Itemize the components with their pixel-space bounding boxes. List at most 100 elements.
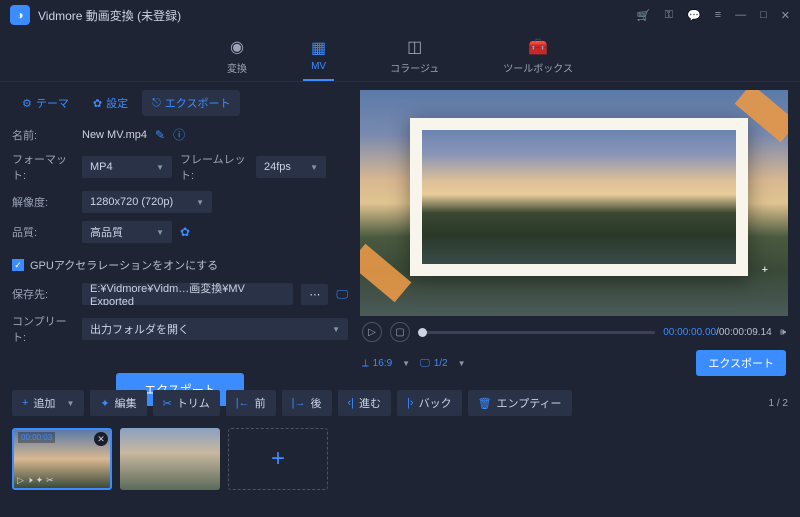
menu-icon[interactable]: ≡ [715, 9, 721, 22]
scale-value: 1/2 [434, 358, 448, 369]
format-row: フォーマット: MP4 ▼ フレームレット: 24fps ▼ [12, 151, 348, 183]
complete-select[interactable]: 出力フォルダを開く ▼ [82, 318, 348, 340]
info-icon[interactable]: ⓘ [173, 126, 185, 143]
minimize-icon[interactable]: — [735, 9, 746, 22]
framelet-value: 24fps [264, 161, 291, 173]
subtab-label: エクスポート [165, 95, 231, 111]
preview-video[interactable]: + [360, 90, 788, 316]
play-button[interactable]: ▷ [362, 322, 382, 342]
resolution-label: 解像度: [12, 194, 74, 210]
subtab-settings[interactable]: ✿ 設定 [83, 90, 138, 116]
maximize-icon[interactable]: □ [760, 9, 767, 22]
add-clip-placeholder[interactable]: + [228, 428, 328, 490]
screen-icon: 🖵 [420, 358, 430, 369]
back-button[interactable]: |›バック [397, 390, 462, 416]
quality-settings-icon[interactable]: ✿ [180, 225, 190, 239]
nav-convert[interactable]: ◉ 変換 [219, 30, 255, 81]
window-buttons: 🛒 ⚿ 💬 ≡ — □ ✕ [637, 9, 790, 22]
caret-icon: ▼ [156, 163, 164, 172]
scissors-icon: ✂ [163, 397, 172, 410]
forward-button[interactable]: ‹|進む [338, 390, 392, 416]
quality-value: 高品質 [90, 224, 123, 240]
saveto-row: 保存先: E:¥Vidmore¥Vidm…画変換¥MV Exported ⋯ 🖵 [12, 283, 348, 305]
subtabs: ⚙ テーマ ✿ 設定 ⎋ エクスポート [12, 90, 348, 116]
framelet-select[interactable]: 24fps ▼ [256, 156, 326, 178]
cart-icon[interactable]: 🛒 [637, 9, 651, 22]
preview-export-button[interactable]: エクスポート [696, 350, 786, 376]
app-title: Vidmore 動画変換 (未登録) [38, 7, 637, 24]
complete-value: 出力フォルダを開く [90, 321, 189, 337]
clip-thumbnail[interactable]: 00:00:03 ✕ ▷ 🕨 ✦ ✂ [12, 428, 112, 490]
playback-controls: ▷ ▢ 00:00:00.00/00:00:09.14 🕪 [360, 316, 788, 348]
current-time: 00:00:00.00 [663, 327, 716, 338]
plus-icon: + [22, 397, 28, 409]
trash-icon: 🗑 [478, 397, 492, 410]
collage-icon: ◫ [407, 37, 422, 57]
gpu-label: GPUアクセラレーションをオンにする [30, 257, 218, 273]
edit-icon: ✦ [100, 397, 109, 410]
nav-label: 変換 [227, 60, 247, 75]
quality-select[interactable]: 高品質 ▼ [82, 221, 172, 243]
framelet-label: フレームレット: [180, 151, 248, 183]
mv-icon: ▦ [311, 38, 326, 58]
play-icon[interactable]: ▷ [17, 475, 24, 486]
caret-icon: ▼ [402, 359, 410, 368]
progress-bar[interactable] [418, 331, 655, 334]
trim-clip-button[interactable]: ✂トリム [153, 390, 220, 416]
open-folder-icon[interactable]: 🖵 [336, 287, 348, 302]
sliders-icon: ⚙ [22, 97, 32, 110]
cut-icon[interactable]: ✂ [46, 475, 54, 486]
nav-mv[interactable]: ▦ MV [303, 30, 334, 81]
titlebar: ◑ Vidmore 動画変換 (未登録) 🛒 ⚿ 💬 ≡ — □ ✕ [0, 0, 800, 30]
quality-label: 品質: [12, 224, 74, 240]
saveto-value: E:¥Vidmore¥Vidm…画変換¥MV Exported [90, 283, 285, 305]
add-marker-icon[interactable]: + [762, 264, 768, 276]
subtab-label: 設定 [106, 95, 128, 111]
mute-icon[interactable]: 🕨 [27, 475, 33, 486]
stop-button[interactable]: ▢ [390, 322, 410, 342]
subtab-label: テーマ [36, 95, 69, 111]
caret-icon: ▼ [156, 228, 164, 237]
nav-collage[interactable]: ◫ コラージュ [382, 30, 447, 81]
add-clip-button[interactable]: +追加▼ [12, 390, 84, 416]
prev-clip-button[interactable]: |←前 [226, 390, 276, 416]
format-select[interactable]: MP4 ▼ [82, 156, 172, 178]
scale-select[interactable]: 🖵 1/2 ▼ [420, 358, 465, 369]
gear-icon: ✿ [93, 97, 102, 110]
subtab-export[interactable]: ⎋ エクスポート [142, 90, 240, 116]
gpu-row[interactable]: ✓ GPUアクセラレーションをオンにする [12, 257, 348, 273]
caret-icon: ▼ [66, 399, 74, 408]
nav-toolbox[interactable]: 🧰 ツールボックス [495, 30, 581, 81]
top-nav: ◉ 変換 ▦ MV ◫ コラージュ 🧰 ツールボックス [0, 30, 800, 82]
clip-thumbnail[interactable] [120, 428, 220, 490]
format-label: フォーマット: [12, 151, 74, 183]
gpu-checkbox[interactable]: ✓ [12, 259, 24, 271]
resolution-row: 解像度: 1280x720 (720p) ▼ [12, 191, 348, 213]
aspect-icon: ⟂ [362, 358, 369, 369]
nav-label: コラージュ [390, 60, 439, 75]
aspect-select[interactable]: ⟂ 16:9 ▼ [362, 358, 410, 369]
timeline: 00:00:03 ✕ ▷ 🕨 ✦ ✂ + [0, 424, 800, 500]
resolution-select[interactable]: 1280x720 (720p) ▼ [82, 191, 212, 213]
browse-button[interactable]: ⋯ [301, 284, 328, 305]
prev-icon: |← [236, 397, 250, 409]
format-value: MP4 [90, 161, 113, 173]
back-icon: |› [407, 397, 414, 409]
chat-icon[interactable]: 💬 [687, 9, 701, 22]
complete-row: コンプリート: 出力フォルダを開く ▼ [12, 313, 348, 345]
next-clip-button[interactable]: |→後 [282, 390, 332, 416]
app-logo: ◑ [10, 5, 30, 25]
aspect-value: 16:9 [373, 358, 392, 369]
star-icon[interactable]: ✦ [36, 475, 44, 486]
time-display: 00:00:00.00/00:00:09.14 [663, 327, 771, 338]
close-icon[interactable]: ✕ [781, 9, 790, 22]
remove-clip-icon[interactable]: ✕ [94, 432, 108, 446]
preview-panel: + ▷ ▢ 00:00:00.00/00:00:09.14 🕪 ⟂ 16:9 ▼… [360, 82, 800, 382]
saveto-path[interactable]: E:¥Vidmore¥Vidm…画変換¥MV Exported [82, 283, 293, 305]
empty-button[interactable]: 🗑エンプティー [468, 390, 572, 416]
volume-icon[interactable]: 🕪 [780, 327, 786, 338]
subtab-theme[interactable]: ⚙ テーマ [12, 90, 79, 116]
edit-clip-button[interactable]: ✦編集 [90, 390, 146, 416]
edit-name-icon[interactable]: ✎ [155, 128, 165, 142]
key-icon[interactable]: ⚿ [665, 9, 673, 22]
